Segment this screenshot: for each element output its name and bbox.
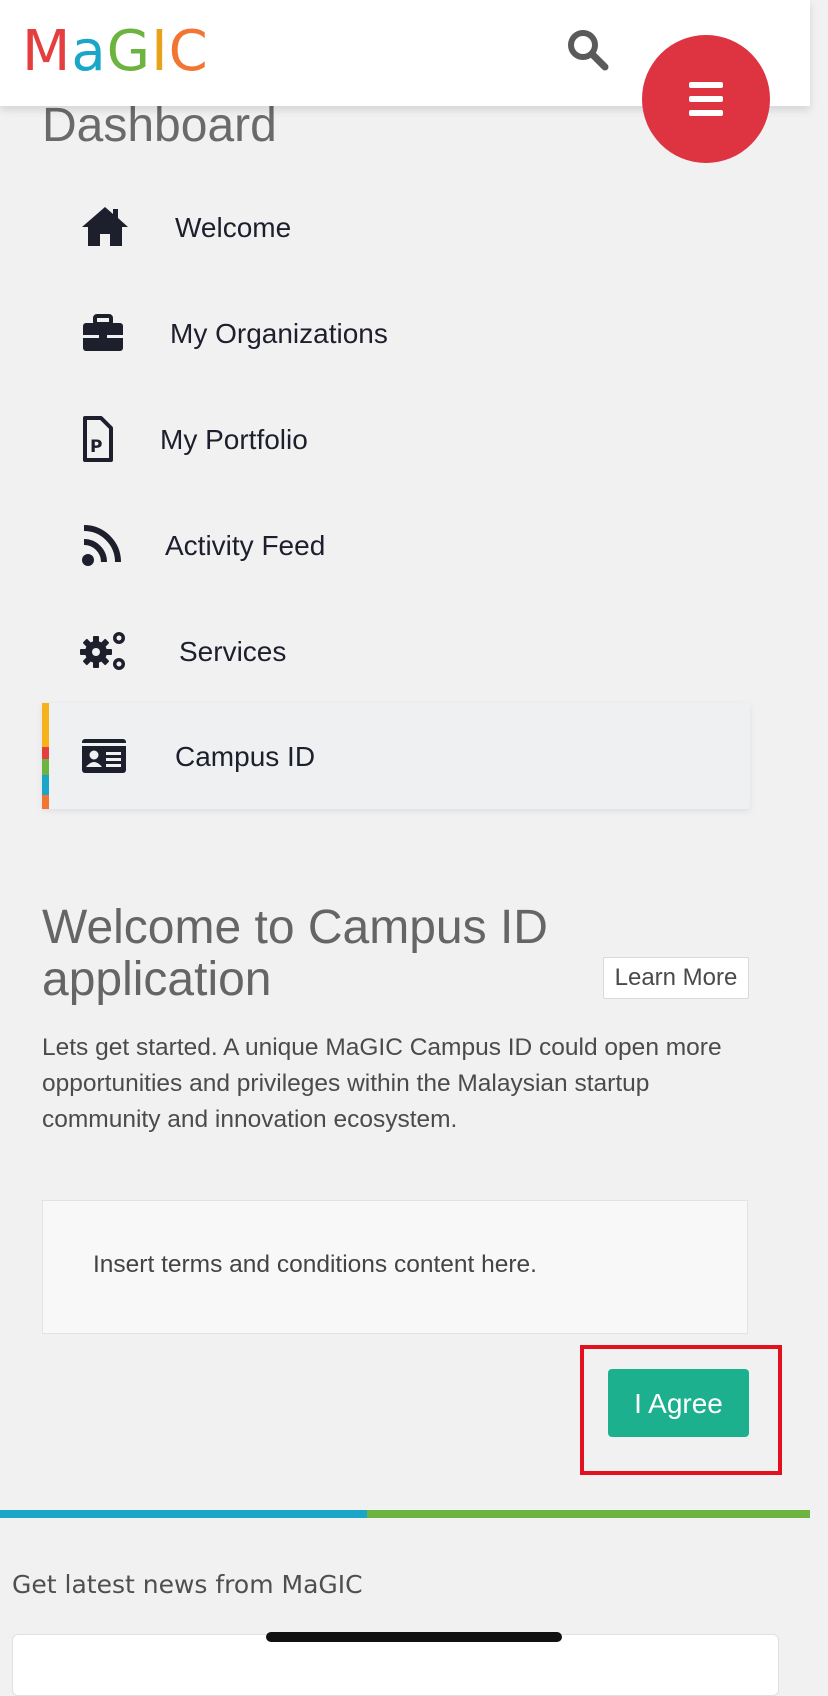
learn-more-button[interactable]: Learn More (603, 957, 749, 999)
logo-letter-c: C (168, 19, 209, 84)
sidebar-item-campus-id[interactable]: Campus ID (42, 703, 750, 809)
divider-green (367, 1510, 810, 1518)
sidebar-item-label: My Portfolio (160, 424, 308, 455)
intro-text: Lets get started. A unique MaGIC Campus … (42, 1034, 722, 1133)
id-card-icon (82, 739, 126, 773)
sidebar-item-label: Services (179, 636, 287, 667)
sidebar-item-organizations[interactable]: My Organizations (42, 280, 750, 386)
menu-button[interactable] (642, 35, 770, 163)
dashboard-title: Dashboard (42, 99, 277, 152)
logo-letter-g: G (106, 19, 152, 84)
news-heading: Get latest news from MaGIC (12, 1570, 363, 1599)
page-title: Welcome to Campus ID application (42, 901, 548, 1006)
sidebar-item-label: Campus ID (175, 741, 316, 772)
divider-blue (0, 1510, 367, 1518)
logo-letter-a: a (71, 19, 107, 84)
svg-text:P: P (90, 437, 102, 457)
sidebar-item-activity-feed[interactable]: Activity Feed (42, 492, 750, 598)
search-icon (568, 30, 609, 71)
document-icon: P (83, 416, 113, 462)
sidebar-item-label: Welcome (175, 212, 292, 243)
sidebar-item-portfolio[interactable]: P My Portfolio (42, 386, 750, 492)
home-icon (82, 207, 128, 246)
rss-icon (82, 525, 121, 566)
news-card (12, 1634, 779, 1696)
agree-button[interactable]: I Agree (608, 1369, 749, 1437)
logo-letter-m: M (22, 19, 72, 84)
active-accent-strip (42, 703, 49, 809)
magic-logo[interactable]: MaGIC (22, 24, 209, 80)
logo-letter-i: I (151, 19, 169, 84)
home-indicator[interactable] (266, 1632, 562, 1642)
briefcase-icon (83, 314, 123, 351)
terms-box: Insert terms and conditions content here… (42, 1200, 748, 1334)
sidebar-item-label: My Organizations (170, 318, 388, 349)
sidebar-item-label: Activity Feed (165, 530, 326, 561)
gears-icon (80, 632, 125, 670)
search-button[interactable] (566, 28, 610, 72)
sidebar-item-welcome[interactable]: Welcome (42, 174, 750, 280)
terms-text: Insert terms and conditions content here… (93, 1251, 537, 1278)
sidebar-item-services[interactable]: Services (42, 598, 750, 704)
